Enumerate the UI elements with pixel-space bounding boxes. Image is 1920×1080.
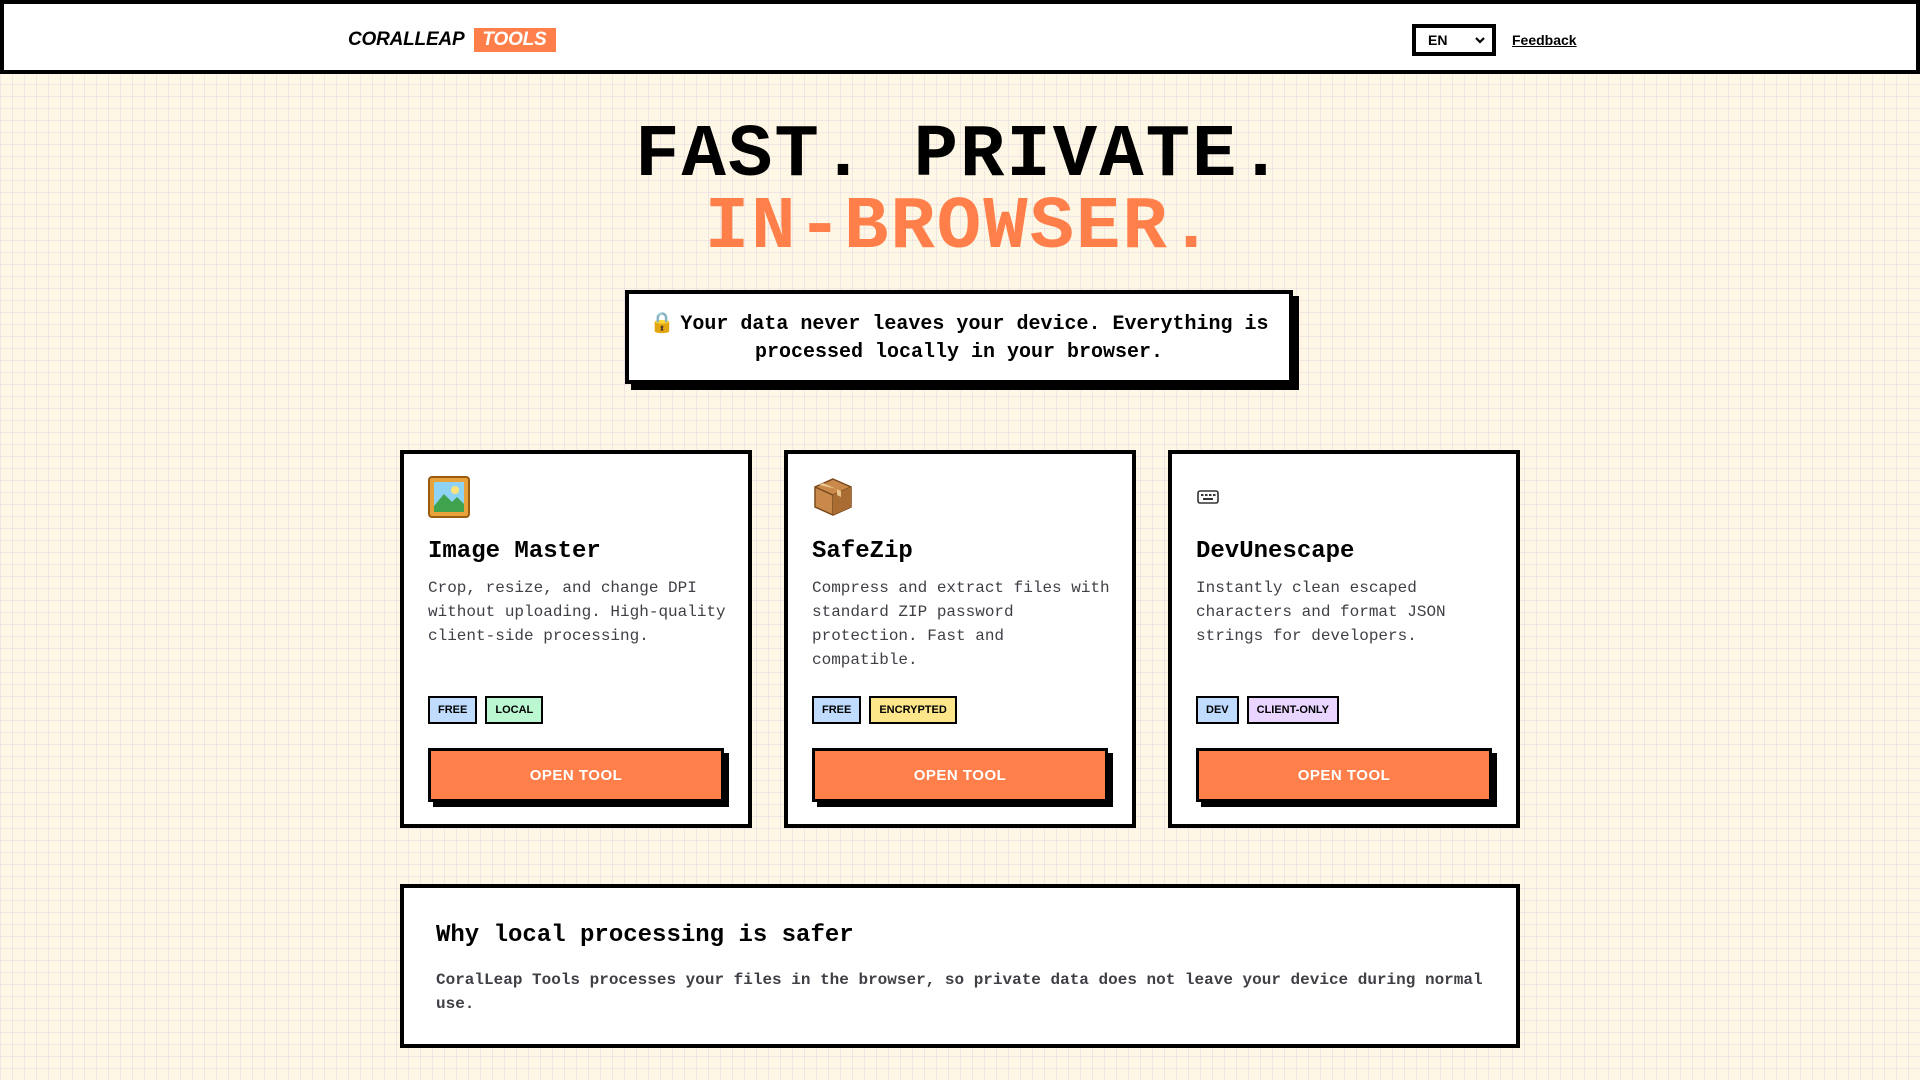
logo[interactable]: CORALLEAP TOOLS [348, 28, 556, 52]
tool-description: Compress and extract files with standard… [812, 579, 1110, 669]
tag-free: FREE [428, 696, 478, 724]
package-icon [814, 478, 852, 516]
tag-list: FREE LOCAL [428, 696, 544, 724]
tool-description: Instantly clean escaped characters and f… [1196, 579, 1446, 645]
logo-tag: TOOLS [474, 28, 556, 52]
tag-list: DEV CLIENT-ONLY [1196, 696, 1339, 724]
chevron-down-icon [1475, 37, 1485, 44]
language-select[interactable]: EN [1412, 24, 1496, 56]
tool-description: Crop, resize, and change DPI without upl… [428, 579, 726, 645]
tag-encrypted: ENCRYPTED [869, 696, 957, 724]
why-local-section: Why local processing is safer CoralLeap … [400, 884, 1520, 1048]
privacy-notice-text: Your data never leaves your device. Ever… [680, 312, 1269, 364]
open-tool-button-devunescape[interactable]: OPEN TOOL [1196, 748, 1492, 802]
tag-local: LOCAL [485, 696, 544, 724]
open-tool-button-safezip[interactable]: OPEN TOOL [812, 748, 1108, 802]
tool-card-image-master: Image Master Crop, resize, and change DP… [400, 450, 752, 828]
tag-list: FREE ENCRYPTED [812, 696, 957, 724]
logo-text: CORALLEAP [348, 29, 465, 50]
keyboard-icon [1197, 490, 1219, 504]
tool-card-devunescape: DevUnescape Instantly clean escaped char… [1168, 450, 1520, 828]
top-navbar: CORALLEAP TOOLS EN Feedback [0, 0, 1920, 74]
section-title: Why local processing is safer [436, 922, 854, 949]
section-body: CoralLeap Tools processes your files in … [436, 971, 1483, 1013]
lock-icon: 🔒 [649, 309, 675, 334]
tag-client-only: CLIENT-ONLY [1246, 696, 1339, 724]
hero-title-line2: IN-BROWSER. [704, 186, 1216, 270]
feedback-link[interactable]: Feedback [1512, 32, 1577, 48]
language-value: EN [1428, 32, 1448, 48]
tag-free: FREE [812, 696, 862, 724]
tool-title: SafeZip [812, 538, 913, 565]
tool-card-safezip: SafeZip Compress and extract files with … [784, 450, 1136, 828]
tool-title: DevUnescape [1196, 538, 1355, 565]
privacy-notice: 🔒 Your data never leaves your device. Eve… [625, 290, 1293, 384]
tool-title: Image Master [428, 538, 601, 565]
open-tool-button-image-master[interactable]: OPEN TOOL [428, 748, 724, 802]
tag-dev: DEV [1196, 696, 1239, 724]
framed-picture-icon [428, 476, 470, 518]
